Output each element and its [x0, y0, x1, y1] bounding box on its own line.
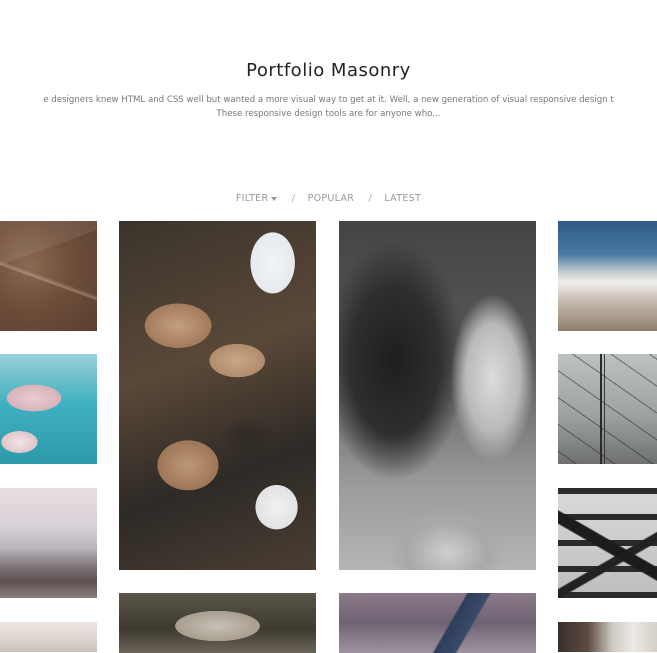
filter-popular-link[interactable]: POPULAR — [308, 193, 355, 204]
caret-down-icon — [271, 196, 278, 201]
gallery-item-aerial-farmland[interactable] — [0, 221, 97, 331]
gallery-item-aerial-delta[interactable] — [119, 221, 316, 570]
gallery-item-driftwood[interactable] — [119, 593, 316, 653]
gallery-item-sea-of-clouds[interactable] — [558, 221, 657, 331]
filter-latest-link[interactable]: LATEST — [384, 193, 421, 204]
filter-label: FILTER — [235, 193, 269, 204]
filter-separator: / — [291, 193, 296, 204]
gallery-item-aerial-coast[interactable] — [339, 593, 536, 653]
page-description-line-1: e designers knew HTML and CSS well but w… — [43, 95, 614, 105]
gallery-item-misty-coast[interactable] — [0, 488, 97, 598]
gallery-item-steel-tower[interactable] — [558, 354, 657, 464]
gallery-item-steel-beams[interactable] — [558, 488, 657, 598]
page-description-line-2: These responsive design tools are for an… — [216, 109, 441, 119]
page-title: Portfolio Masonry — [246, 60, 411, 81]
filter-separator: / — [368, 193, 373, 204]
filter-bar: FILTER / POPULAR / LATEST — [0, 193, 657, 204]
gallery-item-hand-water[interactable] — [0, 354, 97, 464]
gallery-item-storm-clouds[interactable] — [339, 221, 536, 570]
filter-dropdown[interactable]: FILTER — [235, 193, 278, 204]
